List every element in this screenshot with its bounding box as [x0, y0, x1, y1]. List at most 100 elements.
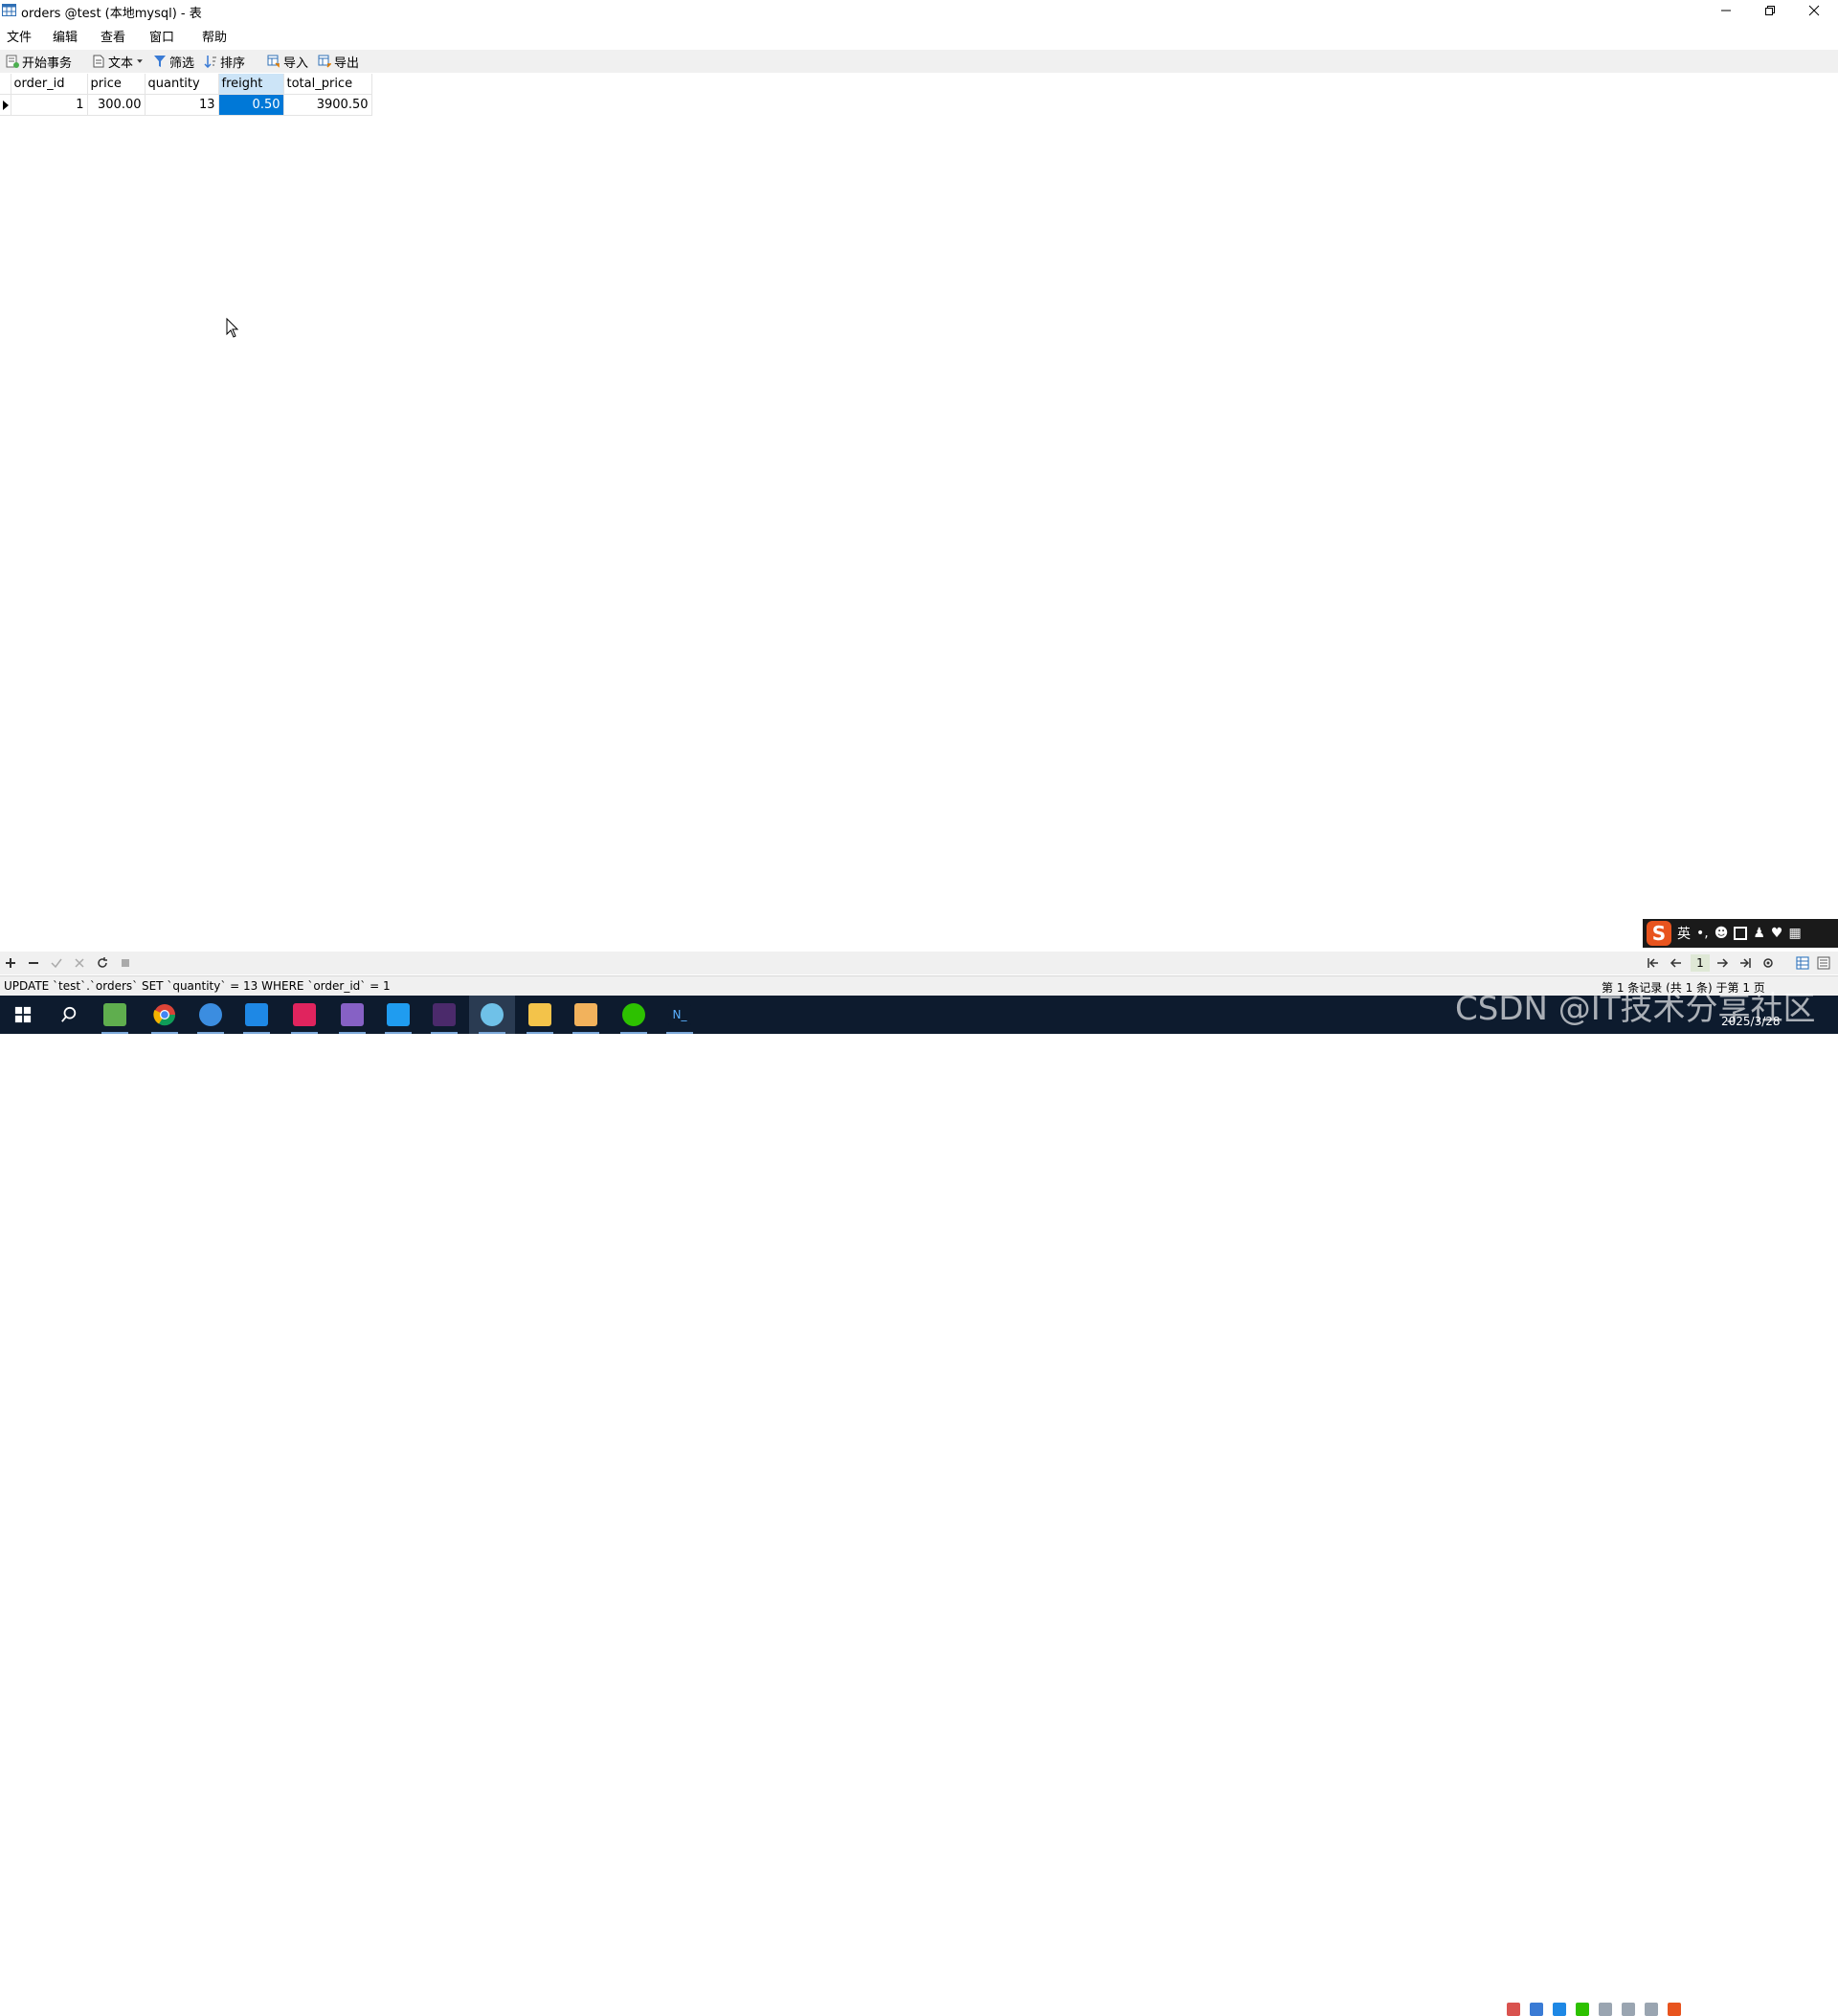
- cell-price[interactable]: 300.00: [87, 94, 146, 116]
- export-icon: [318, 55, 331, 68]
- mail-icon: [574, 1003, 597, 1026]
- tray-keyboard-icon[interactable]: [1645, 2003, 1658, 2016]
- terminal-icon: [433, 1003, 456, 1026]
- sogou-logo-icon[interactable]: S: [1647, 921, 1671, 946]
- taskbar-app-notepad[interactable]: [92, 996, 138, 1034]
- tray-shield-icon[interactable]: [1530, 2003, 1543, 2016]
- column-header-total-price[interactable]: total_price: [283, 74, 372, 95]
- sort-label: 排序: [220, 56, 246, 71]
- stop-button[interactable]: [119, 956, 132, 970]
- taskbar-app-navicat[interactable]: [469, 996, 515, 1034]
- search-button[interactable]: [46, 996, 92, 1034]
- data-grid: order_id price quantity freight total_pr…: [0, 74, 372, 116]
- table-row[interactable]: 1 300.00 13 0.50 3900.50: [0, 94, 372, 116]
- minimize-button[interactable]: [1704, 0, 1748, 21]
- taskbar-app-navicat-terminal[interactable]: N_: [657, 996, 703, 1034]
- tray-wechat-icon[interactable]: [1576, 2003, 1589, 2016]
- next-page-button[interactable]: [1715, 956, 1729, 970]
- begin-transaction-button[interactable]: 开始事务: [6, 52, 72, 71]
- mouse-cursor-icon: [226, 318, 239, 338]
- table-icon: [2, 4, 16, 16]
- last-page-button[interactable]: [1738, 956, 1752, 970]
- cell-quantity[interactable]: 13: [145, 94, 219, 116]
- apply-changes-button[interactable]: [50, 956, 63, 970]
- menu-view[interactable]: 查看: [101, 27, 125, 45]
- column-header-freight[interactable]: freight: [218, 74, 284, 95]
- menu-help[interactable]: 帮助: [202, 27, 227, 45]
- taskbar-app-browser[interactable]: [188, 996, 234, 1034]
- tray-feishu-icon[interactable]: [1553, 2003, 1566, 2016]
- discard-changes-button[interactable]: [73, 956, 86, 970]
- grid-view-icon: [1796, 956, 1809, 970]
- menu-window[interactable]: 窗口: [149, 27, 174, 45]
- keyboard-icon[interactable]: [1734, 927, 1748, 940]
- menu-file[interactable]: 文件: [7, 27, 32, 45]
- row-indicator-cell[interactable]: [0, 94, 11, 116]
- start-button[interactable]: [0, 996, 46, 1034]
- taskbar-app-chrome[interactable]: [142, 996, 188, 1034]
- taskbar-app-terminal[interactable]: [421, 996, 467, 1034]
- close-button[interactable]: [1792, 0, 1836, 21]
- menu-edit[interactable]: 编辑: [53, 27, 78, 45]
- current-page-number[interactable]: 1: [1691, 954, 1710, 972]
- cell-order-id[interactable]: 1: [11, 94, 88, 116]
- add-record-button[interactable]: [4, 956, 17, 970]
- stop-icon: [122, 959, 129, 967]
- cell-freight[interactable]: 0.50: [218, 94, 284, 116]
- last-page-icon: [1740, 958, 1751, 968]
- cell-total-price[interactable]: 3900.50: [283, 94, 372, 116]
- taskbar-app-file-explorer[interactable]: [517, 996, 563, 1034]
- form-view-button[interactable]: [1817, 956, 1830, 970]
- column-header-quantity[interactable]: quantity: [145, 74, 219, 95]
- column-header-price[interactable]: price: [87, 74, 146, 95]
- minimize-icon: [1721, 10, 1731, 11]
- text-label: 文本: [108, 56, 134, 71]
- chevron-down-icon: [137, 59, 143, 63]
- record-nav-bar: 1: [0, 952, 1838, 974]
- grid-view-button[interactable]: [1796, 956, 1809, 970]
- folder-icon: [528, 1003, 551, 1026]
- column-header-order-id[interactable]: order_id: [11, 74, 88, 95]
- tray-network-icon[interactable]: [1622, 2003, 1635, 2016]
- tray-app-icon[interactable]: [1507, 2003, 1520, 2016]
- taskbar-date[interactable]: 2025/3/28: [1721, 1015, 1781, 1028]
- restore-button[interactable]: [1748, 0, 1792, 21]
- delete-record-button[interactable]: [27, 956, 40, 970]
- search-icon: [61, 1006, 77, 1022]
- previous-page-button[interactable]: [1670, 956, 1683, 970]
- ime-toolbar[interactable]: S 英 •, ☻ ♟ ♥ ▦: [1643, 919, 1838, 948]
- plus-icon: [6, 958, 15, 968]
- form-view-icon: [1817, 956, 1830, 970]
- title-bar: orders @test (本地mysql) - 表: [0, 0, 1838, 21]
- punctuation-icon[interactable]: •,: [1696, 926, 1709, 941]
- import-button[interactable]: 导入: [267, 52, 308, 71]
- refresh-button[interactable]: [96, 956, 109, 970]
- taskbar-app-visual-studio[interactable]: [329, 996, 375, 1034]
- user-icon[interactable]: ♟: [1753, 926, 1765, 941]
- grid-menu-icon[interactable]: ▦: [1788, 926, 1801, 941]
- emoji-icon[interactable]: ☻: [1715, 926, 1729, 941]
- taskbar-app-feishu[interactable]: [234, 996, 280, 1034]
- chrome-icon: [153, 1004, 176, 1026]
- filter-button[interactable]: 筛选: [153, 52, 194, 71]
- taskbar-app-red[interactable]: [281, 996, 327, 1034]
- first-page-button[interactable]: [1647, 956, 1660, 970]
- skin-icon[interactable]: ♥: [1771, 926, 1783, 941]
- taskbar-app-wechat[interactable]: [611, 996, 657, 1034]
- taskbar-app-mail[interactable]: [563, 996, 609, 1034]
- wechat-icon: [622, 1003, 645, 1026]
- import-label: 导入: [283, 56, 309, 71]
- tray-volume-icon[interactable]: [1599, 2003, 1612, 2016]
- ime-language[interactable]: 英: [1677, 924, 1691, 943]
- page-settings-button[interactable]: [1761, 956, 1775, 970]
- sort-button[interactable]: 排序: [204, 52, 245, 71]
- tray-sogou-icon[interactable]: [1668, 2003, 1681, 2016]
- visual-studio-icon: [341, 1003, 364, 1026]
- text-button[interactable]: 文本: [92, 52, 144, 71]
- browser-icon: [199, 1003, 222, 1026]
- taskbar-app-vscode[interactable]: [375, 996, 421, 1034]
- export-button[interactable]: 导出: [318, 52, 359, 71]
- gear-icon: [1763, 958, 1773, 968]
- export-label: 导出: [334, 56, 360, 71]
- header-row: order_id price quantity freight total_pr…: [0, 74, 372, 95]
